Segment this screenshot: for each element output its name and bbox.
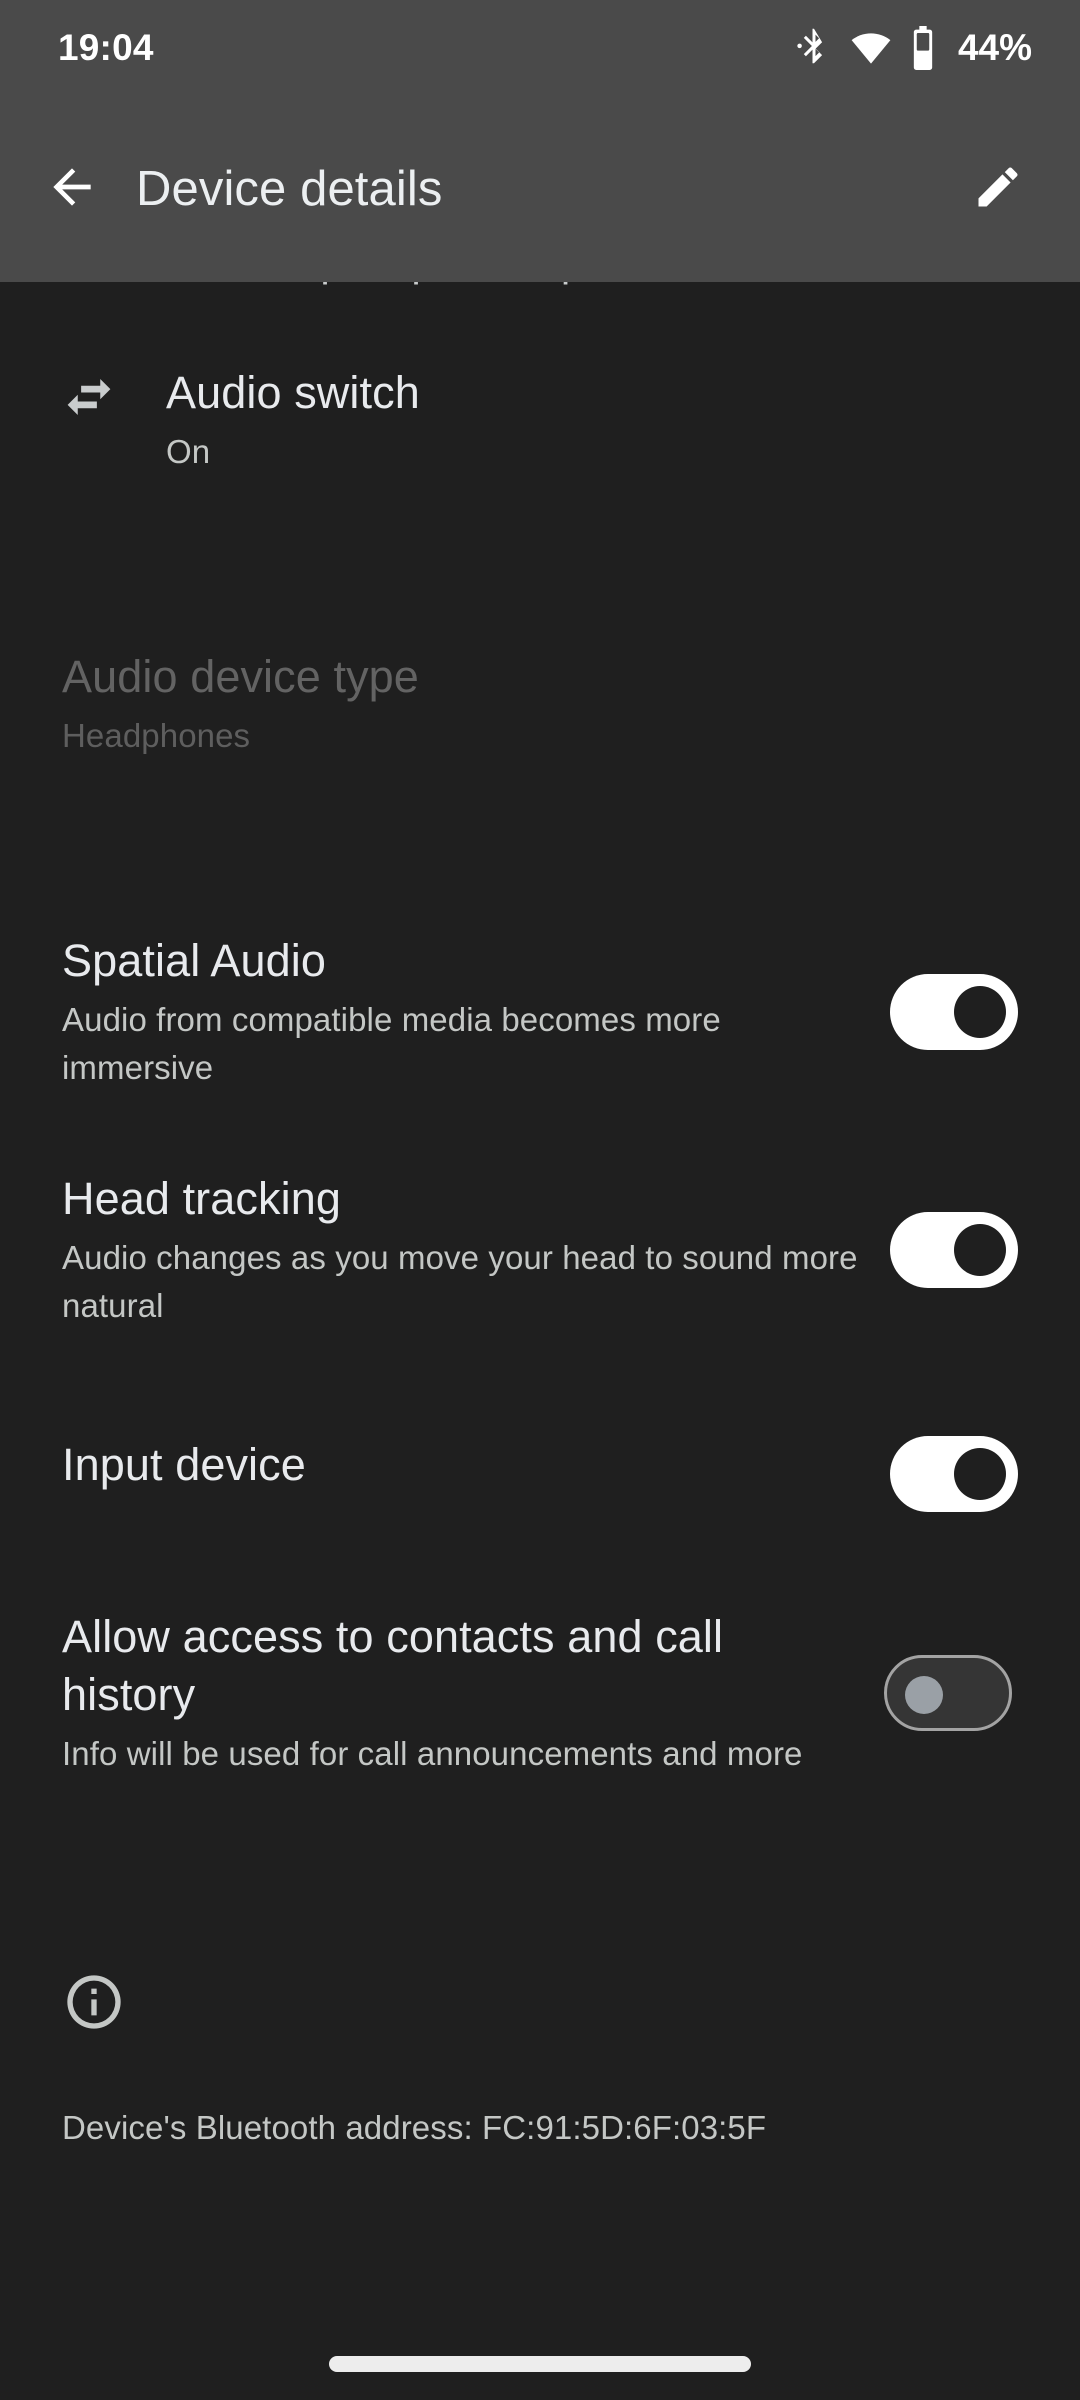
- row-title: Allow access to contacts and call histor…: [62, 1611, 724, 1720]
- wifi-icon: [850, 31, 892, 65]
- edit-pencil-icon: [972, 161, 1024, 218]
- spatial-audio-toggle[interactable]: [890, 974, 1018, 1050]
- row-title: Head tracking: [62, 1173, 341, 1224]
- row-head-tracking[interactable]: Head tracking Audio changes as you move …: [0, 1170, 1080, 1330]
- status-bar: 19:04 44%: [0, 0, 1080, 96]
- app-bar: Device details: [0, 96, 1080, 282]
- row-spatial-audio[interactable]: Spatial Audio Audio from compatible medi…: [0, 932, 1080, 1092]
- back-button[interactable]: [14, 159, 130, 220]
- bluetooth-address-text: Device's Bluetooth address: FC:91:5D:6F:…: [62, 2109, 767, 2146]
- row-input-device[interactable]: Input device: [0, 1436, 1080, 1512]
- spatial-audio-switch-cell: [858, 974, 1018, 1050]
- input-device-switch-cell: [858, 1436, 1018, 1512]
- row-subtitle: Headphones: [62, 717, 251, 754]
- footer-info: Device's Bluetooth address: FC:91:5D:6F:…: [0, 1970, 1080, 2151]
- row-title: Audio device type: [62, 651, 419, 702]
- status-bar-clock: 19:04: [58, 27, 154, 68]
- battery-icon: [910, 26, 936, 70]
- allow-contacts-switch-cell: [852, 1655, 1012, 1731]
- head-tracking-toggle[interactable]: [890, 1212, 1018, 1288]
- swap-arrows-icon: [62, 364, 166, 424]
- device-details-screen: 19:04 44% Device details Audio switch On…: [0, 0, 1080, 2400]
- settings-scroll-content[interactable]: Tap a speaker, phone, or car Audio switc…: [0, 282, 1080, 2400]
- row-input-device-text: Input device: [62, 1436, 858, 1494]
- battery-percent-label: 44%: [957, 27, 1032, 68]
- home-gesture-pill[interactable]: [329, 2356, 751, 2372]
- row-audio-device-type: Audio device type Headphones: [0, 648, 1080, 760]
- allow-contacts-toggle[interactable]: [884, 1655, 1012, 1731]
- row-audio-switch[interactable]: Audio switch On: [0, 364, 1080, 476]
- navigation-bar: [0, 2328, 1080, 2400]
- back-arrow-icon: [44, 159, 100, 220]
- head-tracking-switch-cell: [858, 1212, 1018, 1288]
- row-spatial-audio-text: Spatial Audio Audio from compatible medi…: [62, 932, 858, 1092]
- info-icon: [62, 1970, 1018, 2039]
- row-subtitle: Audio from compatible media becomes more…: [62, 1001, 721, 1086]
- row-subtitle: Audio changes as you move your head to s…: [62, 1239, 858, 1324]
- page-title: Device details: [136, 162, 443, 216]
- clipped-previous-row: Tap a speaker, phone, or car: [0, 282, 1080, 296]
- row-allow-contacts-text: Allow access to contacts and call histor…: [62, 1608, 852, 1778]
- row-title: Input device: [62, 1439, 306, 1490]
- row-title: Audio switch: [166, 367, 420, 418]
- input-device-toggle[interactable]: [890, 1436, 1018, 1512]
- row-allow-contacts-call-history[interactable]: Allow access to contacts and call histor…: [0, 1608, 1080, 1778]
- row-subtitle: Info will be used for call announcements…: [62, 1735, 803, 1772]
- edit-button[interactable]: [942, 161, 1054, 218]
- status-bar-icons: 44%: [796, 26, 1032, 70]
- row-audio-device-type-text: Audio device type Headphones: [62, 648, 1018, 760]
- bluetooth-icon: [796, 26, 832, 70]
- row-audio-switch-text: Audio switch On: [166, 364, 1018, 476]
- row-title: Spatial Audio: [62, 935, 327, 986]
- row-head-tracking-text: Head tracking Audio changes as you move …: [62, 1170, 858, 1330]
- row-subtitle: On: [166, 433, 211, 470]
